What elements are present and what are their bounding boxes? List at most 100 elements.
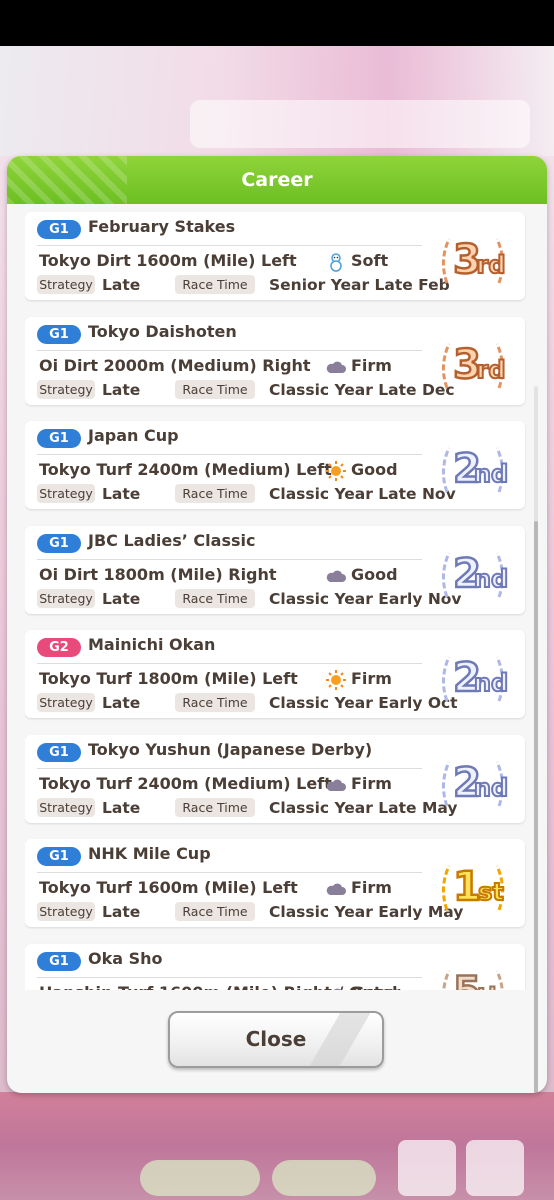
cloud-icon: [325, 879, 347, 899]
race-course: Oi Dirt 1800m (Mile) Right: [39, 564, 277, 584]
divider: [37, 349, 422, 351]
race-course: Tokyo Turf 2400m (Medium) Left: [39, 773, 332, 793]
race-history-list[interactable]: G1 February Stakes Tokyo Dirt 1600m (Mil…: [25, 204, 527, 990]
svg-text:nd: nd: [474, 460, 508, 488]
race-time-label: Race Time: [175, 275, 255, 294]
race-time-label: Race Time: [175, 379, 255, 399]
ground-condition: Good: [351, 564, 398, 584]
cloud-icon: [325, 775, 347, 795]
background-menu-button: [466, 1140, 524, 1196]
placement-badge-icon: 2 nd: [433, 426, 513, 506]
grade-badge: G1: [37, 429, 81, 448]
strategy-value: Late: [102, 276, 141, 294]
dialog-title: Career: [241, 169, 313, 191]
race-card[interactable]: G2 Mainichi Okan Tokyo Turf 1800m (Mile)…: [25, 630, 525, 718]
status-bar: [0, 0, 554, 46]
grade-badge: G1: [37, 847, 81, 866]
race-card[interactable]: G1 Oka Sho Hanshin Turf 1600m (Mile) Rig…: [25, 943, 525, 991]
race-name: Japan Cup: [88, 426, 179, 445]
race-time-value: Senior Year Late Feb: [269, 276, 450, 294]
sun-icon: [325, 461, 347, 481]
placement-badge-icon: 3 rd: [433, 217, 513, 297]
background-log-button: [398, 1140, 456, 1196]
race-time-value: Classic Year Late May: [269, 798, 458, 817]
race-course: Tokyo Dirt 1600m (Mile) Left: [39, 251, 297, 270]
placement-badge-icon: 2 nd: [433, 740, 513, 820]
race-course: Tokyo Turf 1800m (Mile) Left: [39, 669, 298, 688]
divider: [37, 558, 422, 560]
ground-condition: Good: [351, 460, 398, 479]
placement-badge-icon: 5 th: [433, 949, 513, 991]
race-name: NHK Mile Cup: [88, 844, 211, 863]
strategy-label: Strategy: [37, 275, 95, 294]
strategy-value: Late: [102, 798, 141, 817]
placement-badge-icon: 1 st: [433, 844, 513, 924]
race-card[interactable]: G1 JBC Ladies’ Classic Oi Dirt 1800m (Mi…: [25, 525, 525, 614]
race-time-value: Classic Year Late Dec: [269, 380, 455, 399]
race-time-value: Classic Year Late Nov: [269, 485, 456, 503]
strategy-value: Late: [102, 903, 141, 921]
placement-badge-icon: 2 nd: [433, 531, 513, 611]
ground-condition: Soft: [351, 251, 389, 270]
race-course: Tokyo Turf 2400m (Medium) Left: [39, 460, 332, 479]
race-time-value: Classic Year Early Oct: [269, 694, 458, 712]
sun-icon: [325, 670, 347, 690]
svg-text:1: 1: [453, 864, 481, 910]
strategy-label: Strategy: [37, 379, 95, 399]
ground-condition: Firm: [351, 355, 392, 375]
strategy-value: Late: [102, 589, 141, 608]
close-button-label: Close: [245, 1027, 307, 1051]
strategy-label: Strategy: [37, 797, 95, 817]
race-name: Oka Sho: [88, 948, 163, 968]
snowman-icon: [325, 252, 347, 272]
grade-badge: G1: [37, 533, 81, 553]
placement-badge-icon: 3 rd: [433, 322, 513, 402]
strategy-value: Late: [102, 380, 141, 399]
dialog-header: Career: [7, 156, 547, 204]
strategy-label: Strategy: [37, 588, 95, 608]
background-objective-panel: [190, 100, 530, 148]
race-card[interactable]: G1 February Stakes Tokyo Dirt 1600m (Mil…: [25, 212, 525, 300]
ground-condition: Good: [351, 983, 398, 991]
divider: [37, 454, 422, 455]
ground-condition: Firm: [351, 878, 392, 897]
close-button[interactable]: Close: [168, 1011, 384, 1068]
grade-badge: G1: [37, 324, 81, 344]
cloud-icon: [325, 357, 347, 377]
race-name: Mainichi Okan: [88, 635, 216, 654]
ground-condition: Firm: [351, 773, 392, 793]
divider: [37, 245, 422, 246]
svg-text:th: th: [477, 983, 506, 991]
race-time-label: Race Time: [175, 588, 255, 608]
race-name: Tokyo Yushun (Japanese Derby): [88, 739, 373, 759]
strategy-label: Strategy: [37, 902, 95, 921]
race-time-label: Race Time: [175, 902, 255, 921]
race-card[interactable]: G1 NHK Mile Cup Tokyo Turf 1600m (Mile) …: [25, 839, 525, 927]
strategy-value: Late: [102, 694, 141, 712]
svg-text:nd: nd: [474, 669, 508, 697]
grade-badge: G1: [37, 220, 81, 239]
svg-text:rd: rd: [476, 356, 505, 384]
strategy-label: Strategy: [37, 693, 95, 712]
race-course: Oi Dirt 2000m (Medium) Right: [39, 355, 311, 375]
race-name: Tokyo Daishoten: [88, 321, 237, 341]
career-dialog: Career G1 February Stakes Tokyo Dirt 160…: [7, 156, 547, 1093]
cloud-icon: [325, 984, 347, 990]
race-card[interactable]: G1 Tokyo Yushun (Japanese Derby) Tokyo T…: [25, 734, 525, 823]
svg-text:nd: nd: [474, 774, 508, 802]
divider: [37, 663, 422, 664]
scrollbar-thumb[interactable]: [534, 521, 538, 1093]
race-card[interactable]: G1 Tokyo Daishoten Oi Dirt 2000m (Medium…: [25, 316, 525, 405]
ground-condition: Firm: [351, 669, 392, 688]
strategy-label: Strategy: [37, 484, 95, 503]
grade-badge: G2: [37, 638, 81, 657]
placement-badge-icon: 2 nd: [433, 635, 513, 715]
cloud-icon: [325, 566, 347, 586]
divider: [37, 872, 422, 873]
svg-text:st: st: [478, 878, 504, 906]
divider: [37, 767, 422, 769]
race-name: February Stakes: [88, 217, 236, 236]
race-card[interactable]: G1 Japan Cup Tokyo Turf 2400m (Medium) L…: [25, 421, 525, 509]
race-time-label: Race Time: [175, 484, 255, 503]
race-course: Tokyo Turf 1600m (Mile) Left: [39, 878, 298, 897]
